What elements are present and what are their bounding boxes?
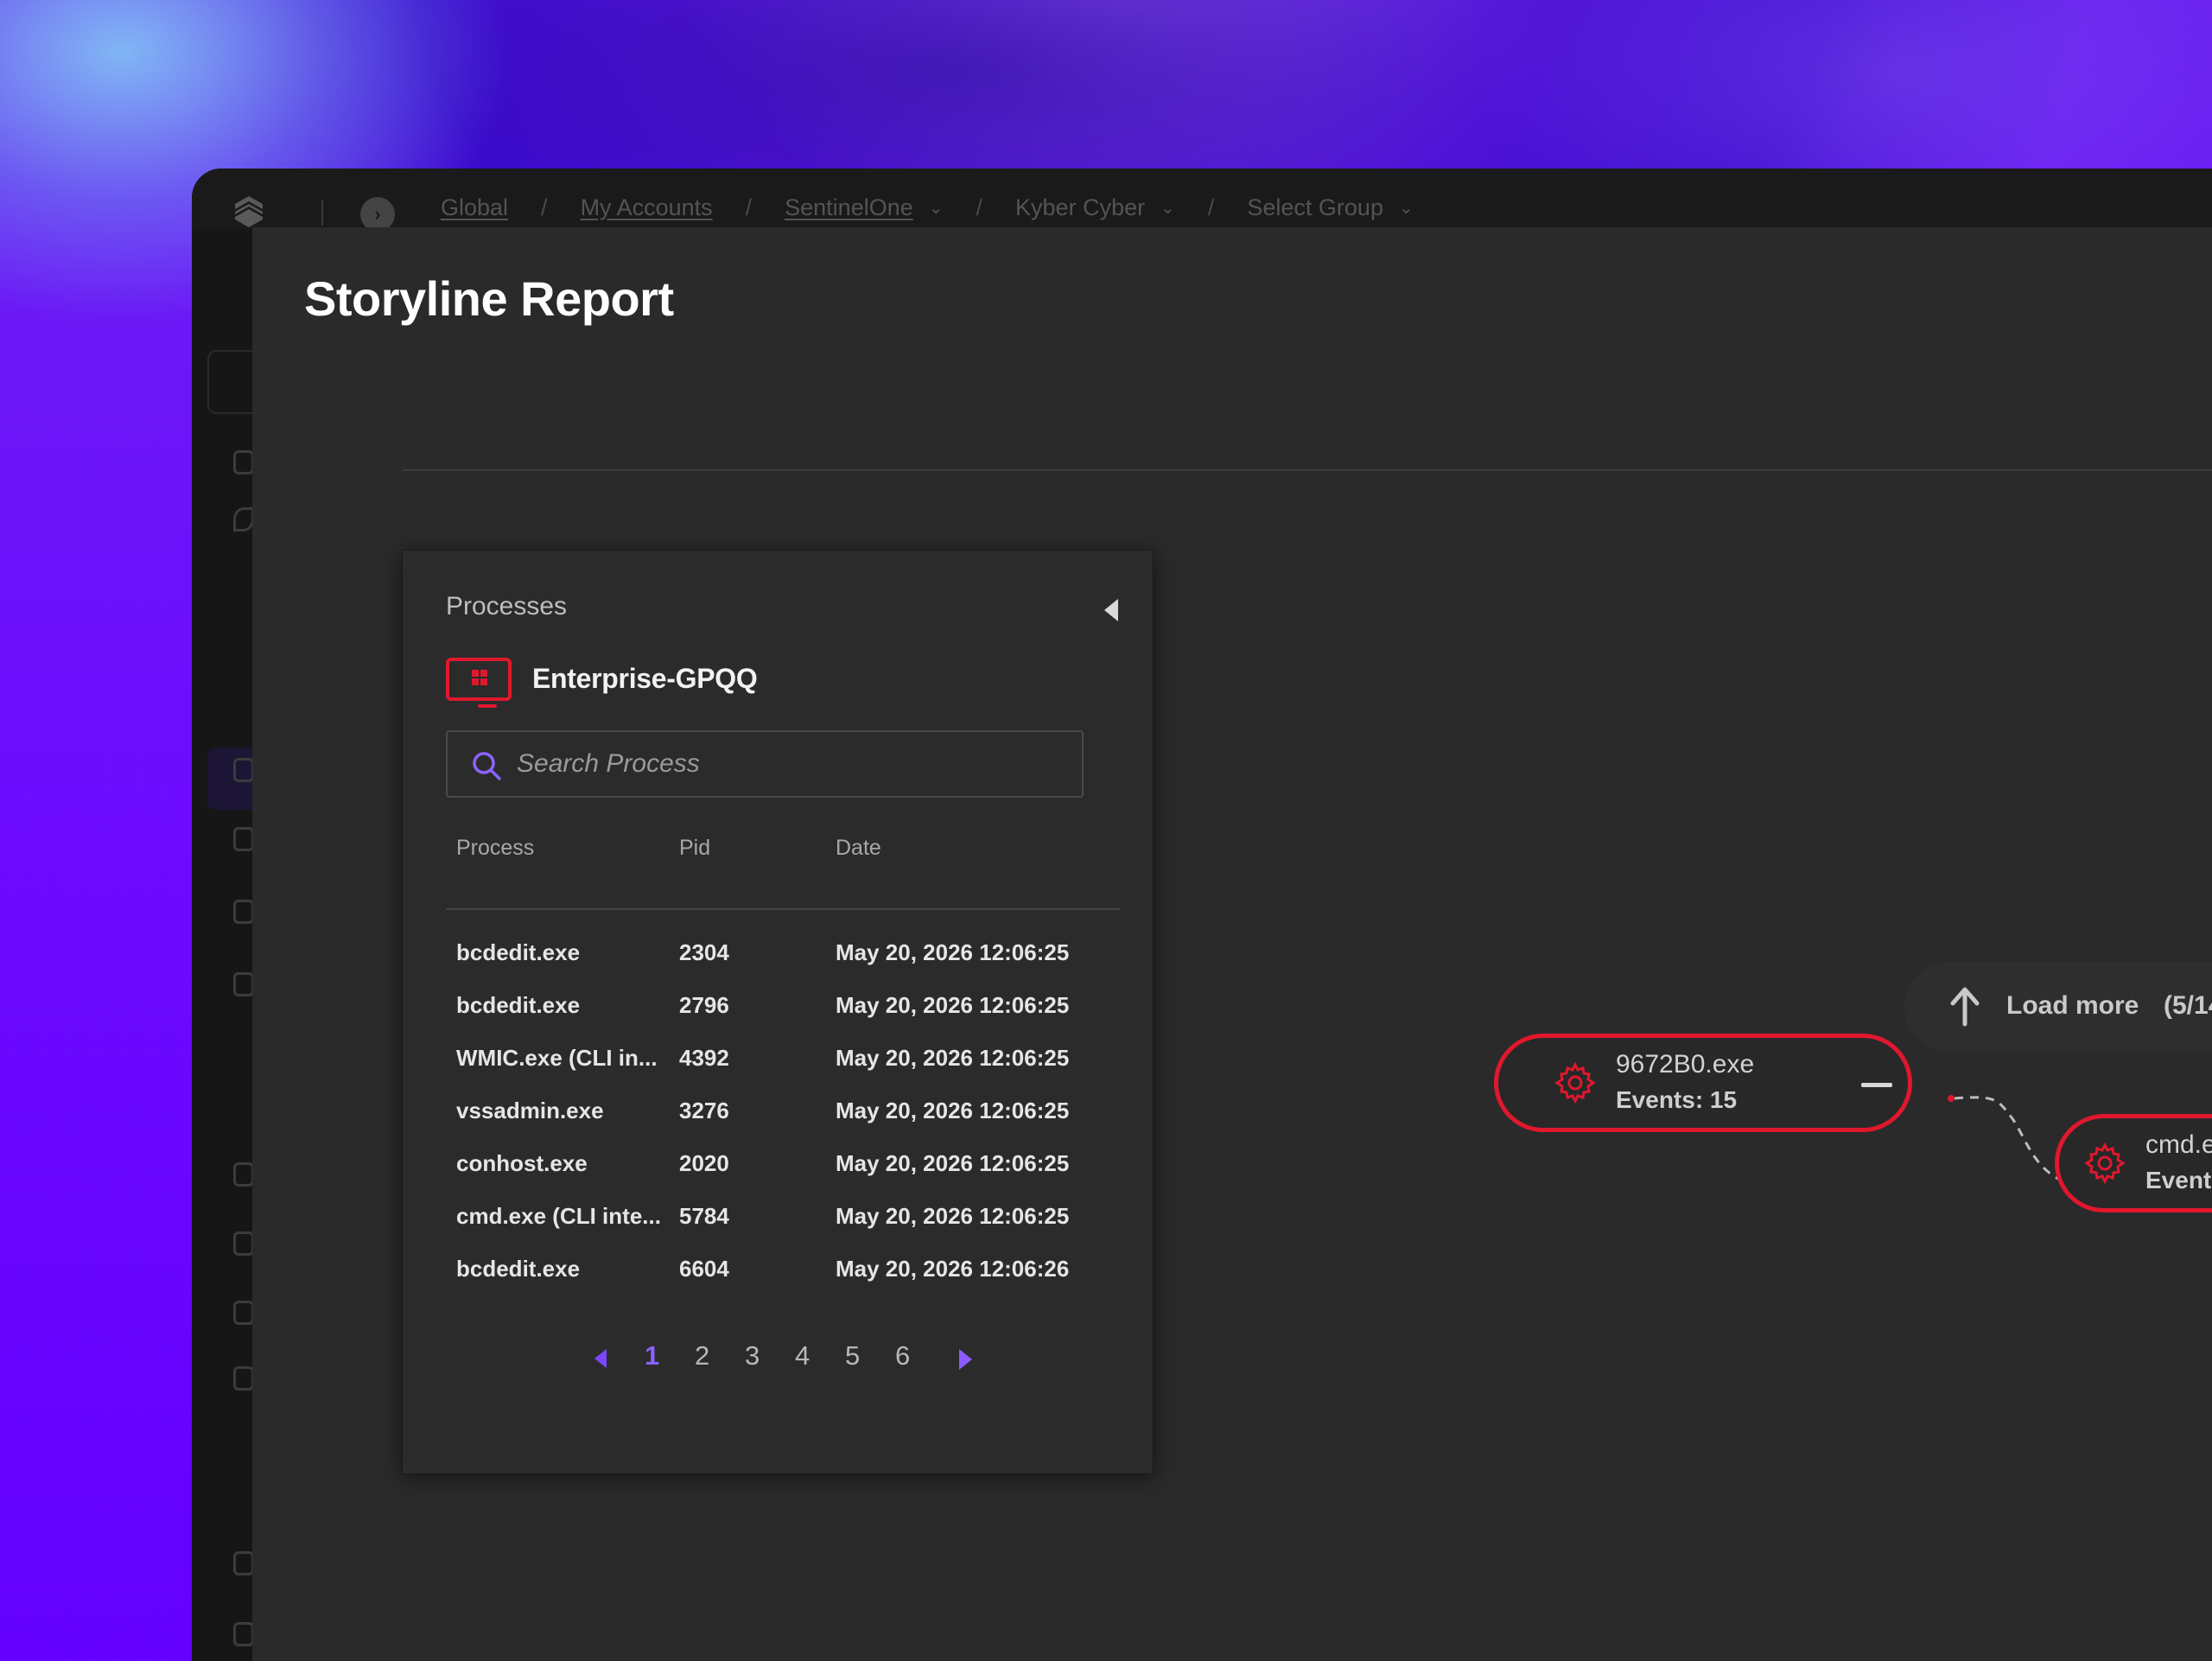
search-input[interactable] <box>517 732 1070 796</box>
previous-page-icon[interactable] <box>594 1349 607 1368</box>
history-icon[interactable] <box>233 1366 254 1391</box>
load-more-label: Load more <box>2006 991 2139 1020</box>
chevron-right-icon[interactable]: › <box>360 197 395 232</box>
table-row[interactable]: cmd.exe (CLI inte... 5784 May 20, 2026 1… <box>446 1191 1120 1241</box>
page-title: Storyline Report <box>304 271 674 326</box>
cell-process: cmd.exe (CLI inte... <box>456 1203 661 1229</box>
pagination: 1 2 3 4 5 6 <box>403 1337 1153 1380</box>
cell-date: May 20, 2026 12:06:25 <box>836 992 1070 1018</box>
breadcrumb-select-group[interactable]: Select Group <box>1247 194 1383 221</box>
breadcrumb-separator: / <box>976 194 983 220</box>
storyline-icon[interactable] <box>233 758 254 782</box>
cell-pid: 2304 <box>679 939 729 965</box>
host-name: Enterprise-GPQQ <box>532 663 758 694</box>
cell-pid: 2020 <box>679 1150 729 1176</box>
processes-panel: Processes Enterprise-GPQQ Process Pid Da… <box>403 550 1153 1473</box>
table-row[interactable]: vssadmin.exe 3276 May 20, 2026 12:06:25 <box>446 1085 1120 1136</box>
cell-process: bcdedit.exe <box>456 1256 581 1282</box>
cell-pid: 4392 <box>679 1045 729 1071</box>
cell-date: May 20, 2026 12:06:25 <box>836 939 1070 965</box>
main-content: Storyline Report Processes Enterprise-GP… <box>252 227 2212 1661</box>
breadcrumb-kyber-cyber[interactable]: Kyber Cyber <box>1015 194 1145 221</box>
cell-process: conhost.exe <box>456 1150 588 1176</box>
breadcrumb-global[interactable]: Global <box>441 194 508 221</box>
table-row[interactable]: conhost.exe 2020 May 20, 2026 12:06:25 <box>446 1138 1120 1188</box>
user-icon[interactable] <box>233 1162 254 1187</box>
table-header-divider <box>446 908 1120 910</box>
windows-monitor-icon <box>446 658 512 701</box>
arrow-up-icon <box>1950 987 1980 1027</box>
cell-pid: 3276 <box>679 1098 729 1123</box>
breadcrumb-my-accounts[interactable]: My Accounts <box>581 194 713 221</box>
sentinelone-logo-icon[interactable] <box>232 194 266 229</box>
node-process-name: 9672B0.exe <box>1616 1050 1755 1079</box>
breadcrumb-sentinelone[interactable]: SentinelOne <box>785 194 913 221</box>
page-3[interactable]: 3 <box>745 1340 760 1371</box>
settings-icon[interactable] <box>233 1551 254 1575</box>
cell-pid: 2796 <box>679 992 729 1018</box>
send-icon[interactable] <box>233 507 254 531</box>
chevron-down-icon[interactable]: ⌄ <box>929 197 944 219</box>
search-process-box[interactable] <box>446 730 1084 798</box>
page-5[interactable]: 5 <box>845 1340 860 1371</box>
process-node[interactable]: cmd.exe (CLI interp... Events: 5 <box>2055 1114 2212 1212</box>
load-more-button[interactable]: Load more (5/14) <box>1904 962 2212 1052</box>
page-2[interactable]: 2 <box>695 1340 709 1371</box>
network-icon[interactable] <box>233 1301 254 1325</box>
cell-date: May 20, 2026 12:06:25 <box>836 1098 1070 1123</box>
header-divider <box>403 469 2212 471</box>
cell-date: May 20, 2026 12:06:26 <box>836 1256 1070 1282</box>
sidebar <box>192 229 259 1661</box>
page-4[interactable]: 4 <box>795 1340 810 1371</box>
gear-icon <box>1554 1061 1596 1104</box>
bug-icon[interactable] <box>233 900 254 924</box>
cell-process: bcdedit.exe <box>456 992 581 1018</box>
cell-process: WMIC.exe (CLI in... <box>456 1045 658 1071</box>
load-more-count: (5/14) <box>2164 991 2212 1020</box>
column-header-process[interactable]: Process <box>456 836 534 861</box>
collapse-panel-icon[interactable] <box>1104 599 1118 621</box>
table-row[interactable]: bcdedit.exe 2304 May 20, 2026 12:06:25 <box>446 927 1120 977</box>
cell-date: May 20, 2026 12:06:25 <box>836 1203 1070 1229</box>
app-window: › Global / My Accounts / SentinelOne ⌄ /… <box>192 169 2212 1661</box>
topbar-separator <box>321 200 323 226</box>
chevron-down-icon[interactable]: ⌄ <box>1399 197 1414 219</box>
process-node[interactable]: 9672B0.exe Events: 15 <box>1494 1034 1912 1132</box>
node-process-name: cmd.exe (CLI interp... <box>2145 1130 2212 1159</box>
cell-date: May 20, 2026 12:06:25 <box>836 1045 1070 1071</box>
collapse-node-icon[interactable] <box>1861 1083 1892 1087</box>
breadcrumb-separator: / <box>1207 194 1215 220</box>
dashboard-icon[interactable] <box>233 450 254 474</box>
breadcrumb-separator: / <box>541 194 548 220</box>
cell-process: vssadmin.exe <box>456 1098 604 1123</box>
table-row[interactable]: bcdedit.exe 6604 May 20, 2026 12:06:26 <box>446 1244 1120 1294</box>
node-events-count: Events: 15 <box>1616 1086 1738 1113</box>
table-row[interactable]: WMIC.exe (CLI in... 4392 May 20, 2026 12… <box>446 1033 1120 1083</box>
next-page-icon[interactable] <box>959 1349 972 1370</box>
table-row[interactable]: bcdedit.exe 2796 May 20, 2026 12:06:25 <box>446 980 1120 1030</box>
node-events-count: Events: 5 <box>2145 1167 2212 1193</box>
column-header-pid[interactable]: Pid <box>679 836 710 861</box>
lock-icon[interactable] <box>233 1231 254 1256</box>
column-header-date[interactable]: Date <box>836 836 881 861</box>
device-icon[interactable] <box>233 827 254 851</box>
shield-icon[interactable] <box>233 972 254 996</box>
breadcrumb-separator: / <box>745 194 753 220</box>
sidebar-search[interactable] <box>207 350 259 414</box>
monitor-stand <box>478 704 497 708</box>
breadcrumb: Global / My Accounts / SentinelOne ⌄ / K… <box>441 194 1414 221</box>
panel-title: Processes <box>446 592 568 620</box>
gear-icon <box>2084 1142 2126 1185</box>
cell-process: bcdedit.exe <box>456 939 581 965</box>
cell-pid: 5784 <box>679 1203 729 1229</box>
cell-pid: 6604 <box>679 1256 729 1282</box>
page-6[interactable]: 6 <box>895 1340 910 1371</box>
chevron-down-icon[interactable]: ⌄ <box>1160 197 1175 219</box>
search-icon <box>473 752 501 780</box>
page-1[interactable]: 1 <box>645 1340 659 1371</box>
cell-date: May 20, 2026 12:06:25 <box>836 1150 1070 1176</box>
top-navigation-bar: › Global / My Accounts / SentinelOne ⌄ /… <box>192 169 2212 232</box>
document-icon[interactable] <box>233 1622 254 1646</box>
